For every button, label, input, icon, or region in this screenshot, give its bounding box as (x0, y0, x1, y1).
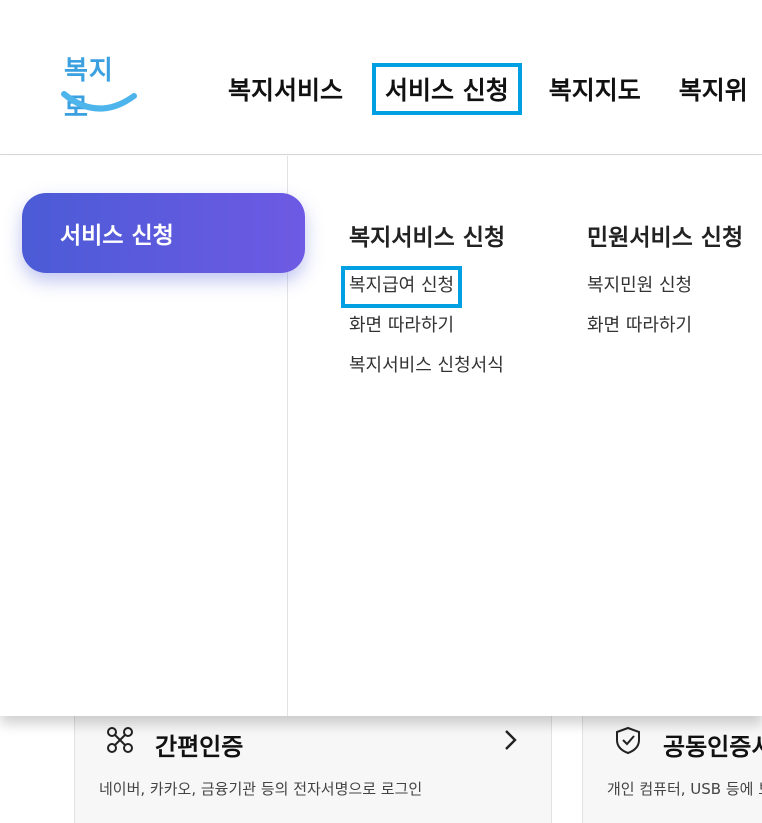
mega-menu-sidebar: 서비스 신청 (0, 156, 305, 716)
main-nav: 복지서비스 서비스 신청 복지지도 복지위 (222, 63, 762, 115)
card-title: 간편인증 (155, 733, 244, 761)
network-icon (107, 727, 133, 753)
card-desc: 개인 컴퓨터, USB 등에 보 (607, 780, 762, 798)
logo-smile-icon (61, 91, 137, 112)
login-cards: 간편인증 네이버, 카카오, 금융기관 등의 전자서명으로 로그인 공동인증서 … (0, 700, 762, 823)
card-desc: 네이버, 카카오, 금융기관 등의 전자서명으로 로그인 (99, 780, 423, 798)
menu-link-welfare-civil-apply[interactable]: 복지민원 신청 (587, 272, 743, 312)
menu-link-screen-guide[interactable]: 화면 따라하기 (587, 312, 743, 352)
menu-column-welfare-apply: 복지서비스 신청 복지급여 신청 화면 따라하기 복지서비스 신청서식 (340, 218, 506, 392)
nav-welfare-map[interactable]: 복지지도 (543, 65, 647, 113)
nav-welfare-more[interactable]: 복지위 (673, 65, 754, 113)
side-category-service-apply[interactable]: 서비스 신청 (22, 193, 305, 273)
certificate-card[interactable]: 공동인증서 개인 컴퓨터, USB 등에 보 (582, 700, 762, 823)
menu-column-civil-apply: 민원서비스 신청 복지민원 신청 화면 따라하기 (587, 218, 743, 352)
bokjiro-logo[interactable]: 복지로 (58, 50, 138, 123)
site-header: 복지로 복지서비스 서비스 신청 복지지도 복지위 (0, 0, 762, 155)
menu-link-application-forms[interactable]: 복지서비스 신청서식 (349, 352, 505, 392)
card-title: 공동인증서 (663, 733, 762, 761)
menu-link-welfare-benefit-apply[interactable]: 복지급여 신청 (340, 266, 463, 308)
mega-menu-panel: 서비스 신청 복지서비스 신청 복지급여 신청 화면 따라하기 복지서비스 신청… (0, 156, 762, 716)
menu-column-title: 민원서비스 신청 (587, 225, 744, 251)
menu-column-title: 복지서비스 신청 (349, 225, 506, 251)
simple-auth-card[interactable]: 간편인증 네이버, 카카오, 금융기관 등의 전자서명으로 로그인 (74, 700, 552, 823)
shield-check-icon (616, 726, 640, 755)
chevron-right-icon[interactable] (501, 727, 521, 753)
nav-welfare-service[interactable]: 복지서비스 (222, 65, 349, 113)
menu-link-screen-guide[interactable]: 화면 따라하기 (349, 312, 505, 352)
nav-service-apply[interactable]: 서비스 신청 (372, 63, 522, 115)
